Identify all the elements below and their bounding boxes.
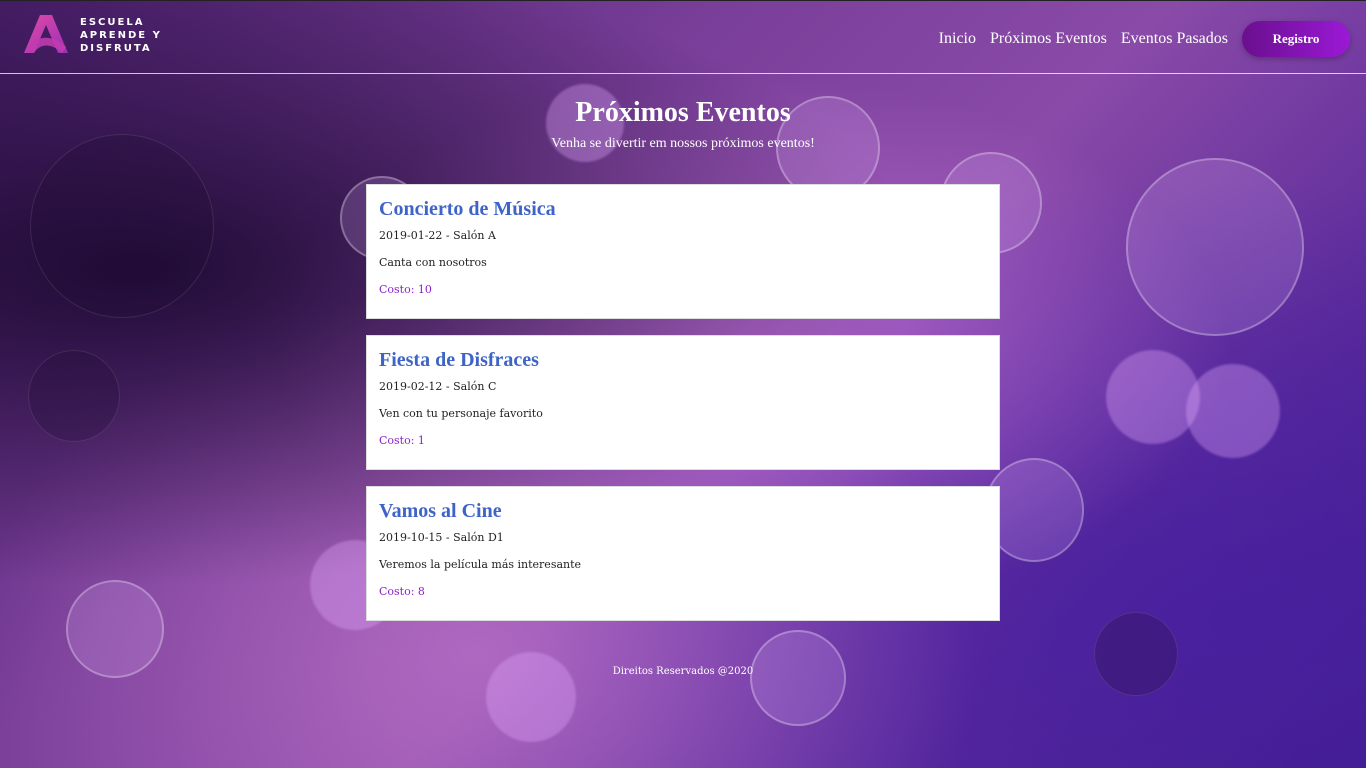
page-title: Próximos Eventos — [575, 97, 791, 128]
hero-section: Próximos Eventos Venha se divertir em no… — [0, 96, 1366, 152]
event-card: Concierto de Música 2019-01-22 - Salón A… — [366, 184, 1000, 319]
event-title[interactable]: Fiesta de Disfraces — [379, 348, 987, 372]
bokeh-decoration — [28, 350, 120, 442]
events-list: Concierto de Música 2019-01-22 - Salón A… — [366, 184, 1000, 637]
event-date-location: 2019-01-22 - Salón A — [379, 229, 496, 242]
event-card: Fiesta de Disfraces 2019-02-12 - Salón C… — [366, 335, 1000, 470]
brand-name: ESCUELA APRENDE Y DISFRUTA — [80, 16, 162, 55]
event-date-location: 2019-10-15 - Salón D1 — [379, 531, 504, 544]
bokeh-decoration — [1106, 350, 1200, 444]
brand-line-1: ESCUELA — [80, 16, 145, 28]
page-subtitle: Venha se divertir em nossos próximos eve… — [551, 136, 815, 151]
event-title[interactable]: Vamos al Cine — [379, 499, 987, 523]
brand-line-2: APRENDE Y — [80, 29, 162, 41]
bokeh-decoration — [1094, 612, 1178, 696]
event-cost: Costo: 8 — [379, 585, 425, 598]
bokeh-decoration — [750, 630, 846, 726]
bokeh-decoration — [30, 134, 214, 318]
bokeh-decoration — [1186, 364, 1280, 458]
event-date-location: 2019-02-12 - Salón C — [379, 380, 497, 393]
event-description: Canta con nosotros — [379, 256, 487, 269]
event-cost: Costo: 10 — [379, 283, 432, 296]
letter-a-logo-icon — [22, 13, 70, 57]
register-button[interactable]: Registro — [1242, 21, 1350, 57]
brand-line-3: DISFRUTA — [80, 42, 152, 54]
bokeh-decoration — [66, 580, 164, 678]
event-description: Ven con tu personaje favorito — [379, 407, 543, 420]
event-cost: Costo: 1 — [379, 434, 425, 447]
nav-link-inicio[interactable]: Inicio — [939, 30, 976, 48]
site-header: ESCUELA APRENDE Y DISFRUTA Inicio Próxim… — [0, 0, 1366, 74]
event-title[interactable]: Concierto de Música — [379, 197, 987, 221]
brand-logo[interactable]: ESCUELA APRENDE Y DISFRUTA — [22, 13, 162, 57]
nav-link-proximos-eventos[interactable]: Próximos Eventos — [990, 30, 1107, 48]
bokeh-decoration — [1126, 158, 1304, 336]
event-card: Vamos al Cine 2019-10-15 - Salón D1 Vere… — [366, 486, 1000, 621]
nav-link-eventos-pasados[interactable]: Eventos Pasados — [1121, 30, 1228, 48]
main-nav: Inicio Próximos Eventos Eventos Pasados … — [939, 21, 1350, 57]
footer-copyright: Direitos Reservados @2020 — [612, 666, 754, 677]
site-footer: Direitos Reservados @2020 — [0, 666, 1366, 677]
event-description: Veremos la película más interesante — [379, 558, 582, 571]
